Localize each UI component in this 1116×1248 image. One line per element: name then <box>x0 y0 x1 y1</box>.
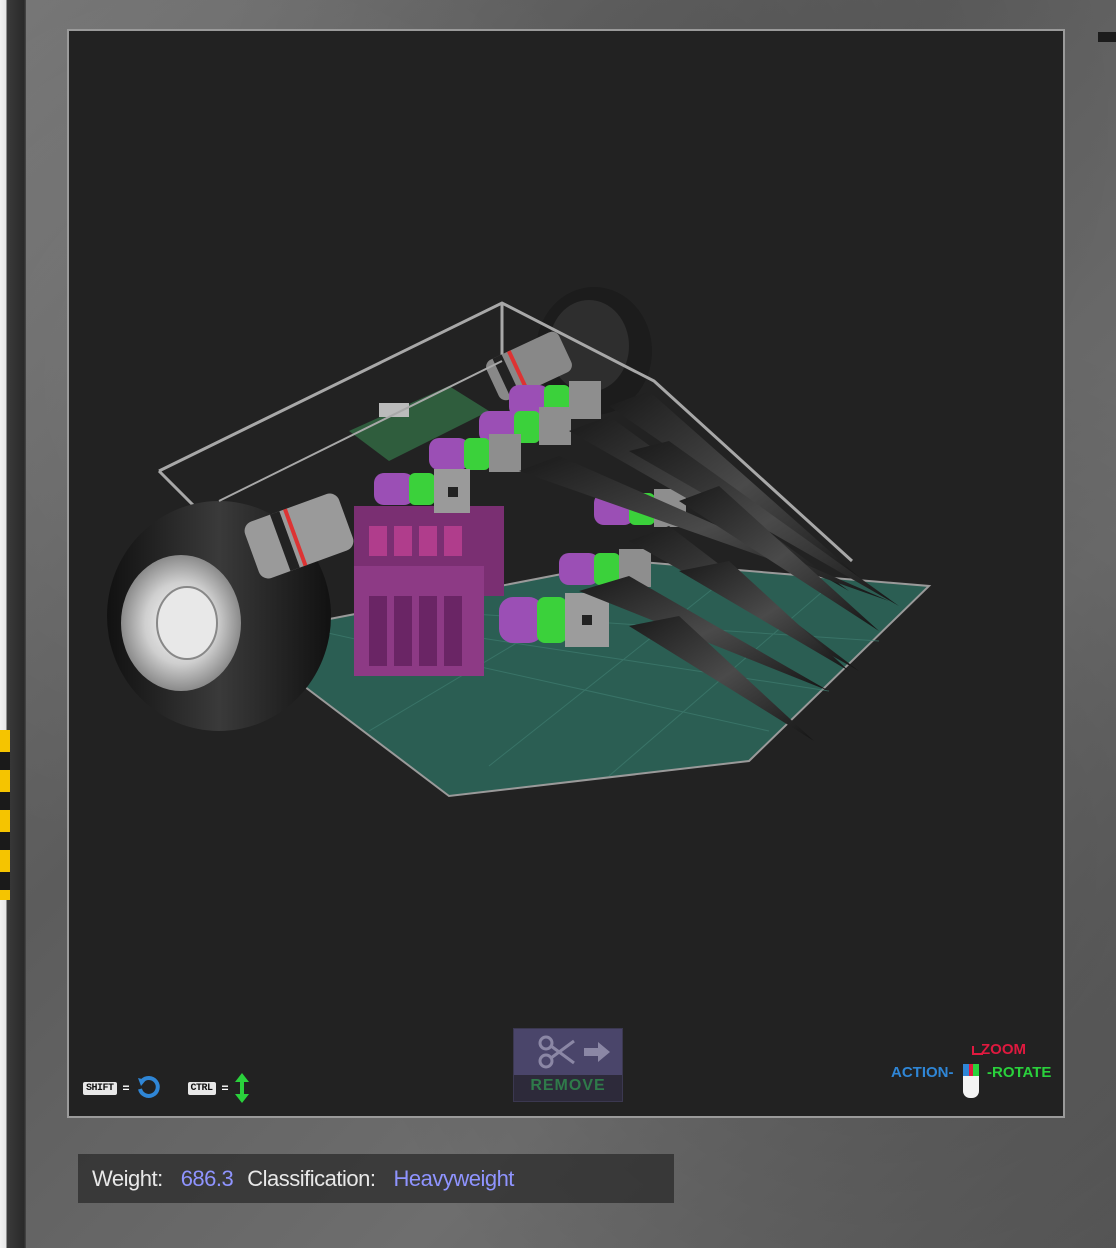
mouse-legend: ZOOM ACTION- -ROTATE <box>889 1038 1059 1108</box>
rotate-label: -ROTATE <box>987 1064 1052 1081</box>
left-panel-edge <box>0 0 26 1248</box>
rotate-icon <box>137 1075 160 1098</box>
keyboard-hints: SHIFT = CTRL = <box>83 1073 249 1103</box>
shift-key: SHIFT <box>83 1081 117 1095</box>
robot-3d-viewport[interactable]: SHIFT = CTRL = REMOVE ZOOM ACTION- -ROTA… <box>67 29 1065 1118</box>
robot-model[interactable] <box>69 31 1063 1116</box>
classification-label: Classification: <box>247 1165 376 1191</box>
arrow-right-icon <box>584 1042 610 1062</box>
ctrl-key: CTRL <box>187 1081 216 1095</box>
action-label: ACTION- <box>891 1064 954 1081</box>
zoom-label: ZOOM <box>981 1041 1026 1058</box>
scissors-icon <box>538 1035 610 1069</box>
remove-label: REMOVE <box>530 1077 606 1094</box>
remove-icon-area <box>514 1029 622 1075</box>
weight-value: 686.3 <box>180 1165 234 1191</box>
vertical-move-icon <box>234 1073 249 1103</box>
right-edge-mark <box>1098 32 1116 42</box>
status-bar: Weight: 686.3 Classification: Heavyweigh… <box>78 1154 674 1203</box>
hazard-stripe <box>0 730 10 900</box>
battery-packs <box>354 506 504 676</box>
remove-button[interactable]: REMOVE <box>513 1028 623 1102</box>
weight-label: Weight: <box>92 1165 163 1191</box>
classification-value: Heavyweight <box>393 1165 514 1191</box>
